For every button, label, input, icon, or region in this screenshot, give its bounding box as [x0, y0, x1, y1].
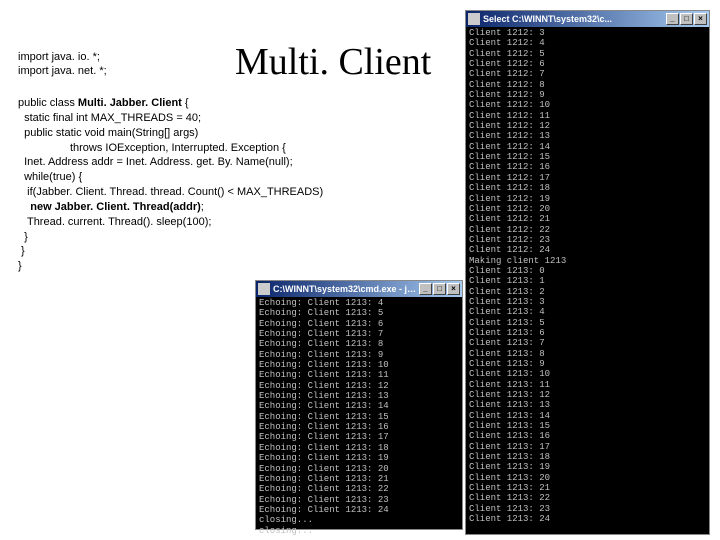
window-title: Select C:\WINNT\system32\c...	[483, 14, 666, 24]
maximize-button[interactable]: □	[680, 13, 693, 25]
console-body: Echoing: Client 1213: 4 Echoing: Client …	[256, 297, 462, 537]
code-line: public static void main(String[] args)	[18, 126, 323, 141]
titlebar[interactable]: C:\WINNT\system32\cmd.exe - ja... _ □ ×	[256, 281, 462, 297]
code-line: static final int MAX_THREADS = 40;	[18, 111, 323, 126]
app-icon	[468, 13, 480, 25]
close-button[interactable]: ×	[447, 283, 460, 295]
window-title: C:\WINNT\system32\cmd.exe - ja...	[273, 284, 419, 294]
code-line: Inet. Address addr = Inet. Address. get.…	[18, 155, 323, 170]
code-line: new Jabber. Client. Thread(addr);	[18, 200, 323, 215]
slide-title: Multi. Client	[235, 40, 431, 84]
code-line: if(Jabber. Client. Thread. thread. Count…	[18, 185, 323, 200]
code-line: }	[18, 244, 323, 259]
code-line: throws IOException, Interrupted. Excepti…	[18, 141, 323, 156]
console-body: Client 1212: 3 Client 1212: 4 Client 121…	[466, 27, 709, 526]
close-button[interactable]: ×	[694, 13, 707, 25]
minimize-button[interactable]: _	[419, 283, 432, 295]
code-line: }	[18, 259, 323, 274]
window-buttons: _ □ ×	[666, 13, 707, 25]
console-window-select: Select C:\WINNT\system32\c... _ □ × Clie…	[465, 10, 710, 535]
code-line: public class Multi. Jabber. Client {	[18, 96, 323, 111]
code-block: public class Multi. Jabber. Client { sta…	[18, 96, 323, 274]
titlebar[interactable]: Select C:\WINNT\system32\c... _ □ ×	[466, 11, 709, 27]
window-buttons: _ □ ×	[419, 283, 460, 295]
console-window-cmd: C:\WINNT\system32\cmd.exe - ja... _ □ × …	[255, 280, 463, 530]
maximize-button[interactable]: □	[433, 283, 446, 295]
code-line: }	[18, 230, 323, 245]
minimize-button[interactable]: _	[666, 13, 679, 25]
code-line: while(true) {	[18, 170, 323, 185]
app-icon	[258, 283, 270, 295]
code-line: Thread. current. Thread(). sleep(100);	[18, 215, 323, 230]
